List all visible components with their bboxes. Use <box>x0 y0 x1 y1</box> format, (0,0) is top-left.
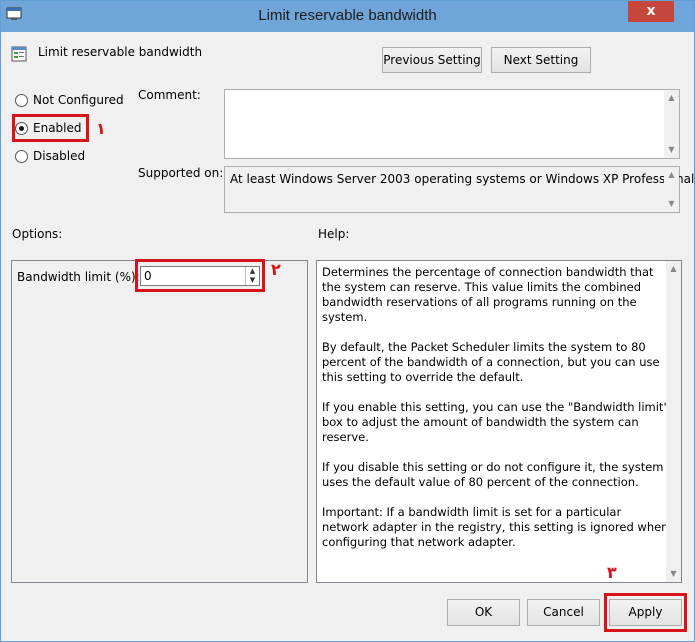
supported-on-value: At least Windows Server 2003 operating s… <box>230 172 695 186</box>
highlight-enabled <box>12 114 89 142</box>
help-scrollbar[interactable]: ▲ ▼ <box>666 261 681 582</box>
annotation-step-2: ٢ <box>271 260 281 279</box>
supported-scrollbar[interactable]: ▲ ▼ <box>664 167 679 212</box>
window-title: Limit reservable bandwidth <box>258 7 437 24</box>
help-text: Determines the percentage of connection … <box>322 265 670 565</box>
comment-textarea[interactable]: ▲ ▼ <box>224 89 680 159</box>
options-panel <box>11 260 308 583</box>
help-header: Help: <box>318 227 350 241</box>
bandwidth-limit-label: Bandwidth limit (%): <box>17 270 140 284</box>
title-bar[interactable]: Limit reservable bandwidth x <box>1 1 694 32</box>
scroll-down-icon[interactable]: ▼ <box>664 144 679 156</box>
close-button[interactable]: x <box>628 1 674 22</box>
comment-label: Comment: <box>138 88 201 102</box>
policy-setting-icon <box>11 46 27 62</box>
close-icon: x <box>646 3 656 19</box>
annotation-step-1: ١ <box>96 119 106 138</box>
dialog-window: Limit reservable bandwidth x Limit reser… <box>0 0 695 642</box>
scroll-up-icon[interactable]: ▲ <box>664 92 679 104</box>
help-paragraph: Important: If a bandwidth limit is set f… <box>322 505 669 549</box>
highlight-apply <box>604 593 687 632</box>
help-paragraph: By default, the Packet Scheduler limits … <box>322 340 660 384</box>
options-header: Options: <box>12 227 63 241</box>
highlight-bandwidth <box>135 259 265 292</box>
annotation-step-3: ٣ <box>607 563 617 582</box>
supported-on-label: Supported on: <box>138 166 224 180</box>
scroll-up-icon[interactable]: ▲ <box>666 263 681 275</box>
help-panel: Determines the percentage of connection … <box>316 260 682 583</box>
help-paragraph: Determines the percentage of connection … <box>322 265 654 324</box>
radio-disabled-label: Disabled <box>33 149 86 163</box>
scroll-down-icon[interactable]: ▼ <box>664 198 679 210</box>
scroll-down-icon[interactable]: ▼ <box>666 568 681 580</box>
radio-not-configured-circle[interactable] <box>15 94 28 107</box>
next-setting-button[interactable]: Next Setting <box>491 47 591 73</box>
cancel-button[interactable]: Cancel <box>527 599 600 626</box>
help-paragraph: If you disable this setting or do not co… <box>322 460 664 489</box>
supported-on-field: At least Windows Server 2003 operating s… <box>224 166 694 213</box>
radio-not-configured-label: Not Configured <box>33 93 124 107</box>
help-paragraph: If you enable this setting, you can use … <box>322 400 669 444</box>
scroll-up-icon[interactable]: ▲ <box>664 169 679 181</box>
radio-disabled-circle[interactable] <box>15 150 28 163</box>
policy-title: Limit reservable bandwidth <box>38 45 203 59</box>
previous-setting-button[interactable]: Previous Setting <box>382 47 482 73</box>
comment-scrollbar[interactable]: ▲ ▼ <box>664 90 679 158</box>
ok-button[interactable]: OK <box>447 599 520 626</box>
